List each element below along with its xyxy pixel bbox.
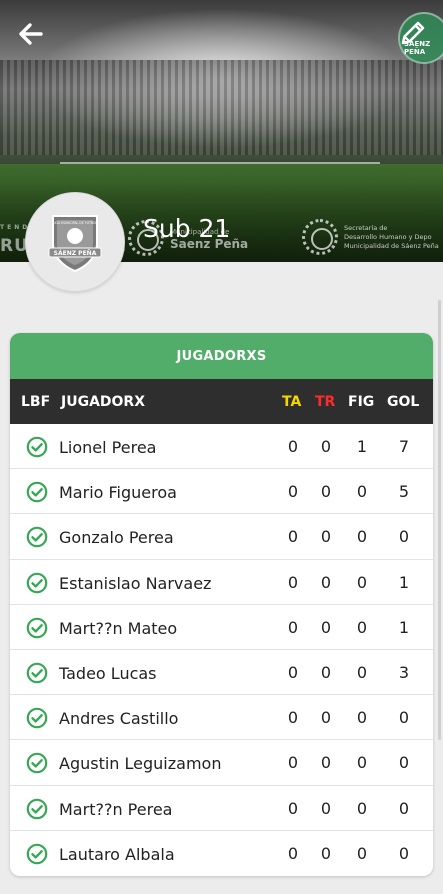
table-row[interactable]: Andres Castillo 0 0 0 0	[10, 695, 433, 741]
cell-gol: 0	[398, 753, 410, 773]
cell-gol: 7	[398, 437, 410, 456]
cell-gol: 0	[398, 798, 410, 818]
cell-tr: 0	[320, 527, 332, 547]
sponsor-right-line3: Municipalidad de Sáenz Peña	[344, 241, 439, 250]
cell-fig: 0	[356, 708, 368, 728]
table-row[interactable]: Lautaro Albala 0 0 0 0	[10, 831, 433, 876]
table-row[interactable]: Lionel Perea 0 0 1 7	[10, 424, 433, 470]
cell-ta: 0	[287, 437, 299, 456]
table-row[interactable]: Mart??n Mateo 0 0 0 1	[10, 605, 433, 650]
sponsor-secretaria: Secretaría de Desarrollo Humano y Depo M…	[302, 219, 439, 255]
cell-fig: 0	[356, 843, 368, 863]
team-page: SAENZ PEÑA TENDE RUNC CIPOL Municipalida…	[0, 0, 443, 894]
back-button[interactable]	[14, 18, 46, 50]
player-name: Andres Castillo	[59, 709, 179, 729]
cell-ta: 0	[287, 798, 299, 818]
cell-fig: 0	[356, 798, 368, 818]
cell-tr: 0	[320, 617, 332, 637]
column-gol: GOL	[387, 394, 420, 410]
table-row[interactable]: Mario Figueroa 0 0 0 5	[10, 469, 433, 515]
table-row[interactable]: Agustin Leguizamon 0 0 0 0	[10, 740, 433, 786]
player-name: Mart??n Mateo	[59, 618, 178, 638]
players-table-body: Lionel Perea 0 0 1 7 Mario Figueroa 0 0 0 5 Gonzal…	[10, 424, 433, 876]
cell-fig: 0	[356, 753, 368, 773]
player-name: Tadeo Lucas	[59, 663, 157, 683]
team-avatar: LIGA MUNICIPAL DE FUTBOL SÁENZ PEÑA	[25, 192, 125, 292]
column-tr: TR	[315, 394, 336, 410]
column-fig: FIG	[348, 394, 375, 410]
cell-fig: 1	[356, 437, 368, 456]
table-row[interactable]: Estanislao Narvaez 0 0 0 1	[10, 560, 433, 605]
cell-gol: 3	[398, 662, 410, 682]
cell-gol: 0	[398, 708, 410, 728]
team-name: Sub 21	[143, 214, 231, 243]
cell-tr: 0	[320, 708, 332, 728]
arrow-left-icon	[19, 23, 43, 45]
player-name: Lionel Perea	[59, 438, 157, 457]
check-circle-icon[interactable]	[26, 843, 48, 865]
check-circle-icon[interactable]	[26, 798, 48, 820]
cell-fig: 0	[356, 617, 368, 637]
cell-ta: 0	[287, 617, 299, 637]
check-circle-icon[interactable]	[26, 662, 48, 684]
player-name: Mart??n Perea	[59, 799, 173, 819]
table-row[interactable]: Gonzalo Perea 0 0 0 0	[10, 514, 433, 560]
check-circle-icon[interactable]	[26, 481, 48, 503]
cell-ta: 0	[287, 572, 299, 592]
avatar-label: SÁENZ PEÑA	[54, 250, 97, 257]
player-name: Gonzalo Perea	[59, 528, 174, 548]
player-name: Lautaro Albala	[59, 844, 175, 864]
cell-fig: 0	[356, 572, 368, 592]
cell-ta: 0	[287, 753, 299, 773]
cell-tr: 0	[320, 662, 332, 682]
column-lbf: LBF	[21, 394, 51, 410]
cell-gol: 1	[398, 572, 410, 592]
table-row[interactable]: Tadeo Lucas 0 0 0 3	[10, 650, 433, 696]
check-circle-icon[interactable]	[26, 617, 48, 639]
cell-ta: 0	[287, 482, 299, 502]
sponsor-right-line1: Secretaría de	[344, 223, 388, 232]
cell-ta: 0	[287, 708, 299, 728]
cell-gol: 1	[398, 617, 410, 637]
player-name: Mario Figueroa	[59, 483, 177, 503]
cell-fig: 0	[356, 482, 368, 502]
cell-tr: 0	[320, 572, 332, 592]
cell-ta: 0	[287, 662, 299, 682]
league-shield-icon: LIGA MUNICIPAL DE FUTBOL SÁENZ PEÑA	[48, 215, 102, 273]
cell-tr: 0	[320, 798, 332, 818]
column-player: JUGADORX	[61, 394, 145, 410]
cell-ta: 0	[287, 843, 299, 863]
cell-gol: 5	[398, 482, 410, 502]
check-circle-icon[interactable]	[26, 436, 48, 458]
cell-tr: 0	[320, 437, 332, 456]
column-ta: TA	[282, 394, 302, 410]
players-card: JUGADORXS LBF JUGADORX TA TR FIG GOL Lio…	[10, 333, 433, 876]
sunburst-logo-icon	[302, 219, 338, 255]
stadium-stands	[0, 60, 443, 155]
check-circle-icon[interactable]	[26, 526, 48, 548]
pencil-icon	[401, 21, 425, 45]
check-circle-icon[interactable]	[26, 572, 48, 594]
player-name: Estanislao Narvaez	[59, 573, 212, 593]
cell-tr: 0	[320, 482, 332, 502]
scrollbar[interactable]	[438, 300, 441, 740]
table-row[interactable]: Mart??n Perea 0 0 0 0	[10, 786, 433, 831]
cell-gol: 0	[398, 843, 410, 863]
check-circle-icon[interactable]	[26, 707, 48, 729]
players-card-title: JUGADORXS	[10, 333, 433, 379]
cell-fig: 0	[356, 527, 368, 547]
player-name: Agustin Leguizamon	[59, 754, 222, 774]
check-circle-icon[interactable]	[26, 752, 48, 774]
pitch-line	[60, 162, 380, 164]
cell-ta: 0	[287, 527, 299, 547]
players-table-header: LBF JUGADORX TA TR FIG GOL	[10, 379, 433, 424]
avatar-label-top: LIGA MUNICIPAL DE FUTBOL	[53, 221, 98, 225]
cell-gol: 0	[398, 527, 410, 547]
edit-button[interactable]	[396, 16, 430, 50]
sponsor-right-line2: Desarrollo Humano y Depo	[344, 232, 432, 241]
cell-tr: 0	[320, 753, 332, 773]
cell-fig: 0	[356, 662, 368, 682]
cell-tr: 0	[320, 843, 332, 863]
